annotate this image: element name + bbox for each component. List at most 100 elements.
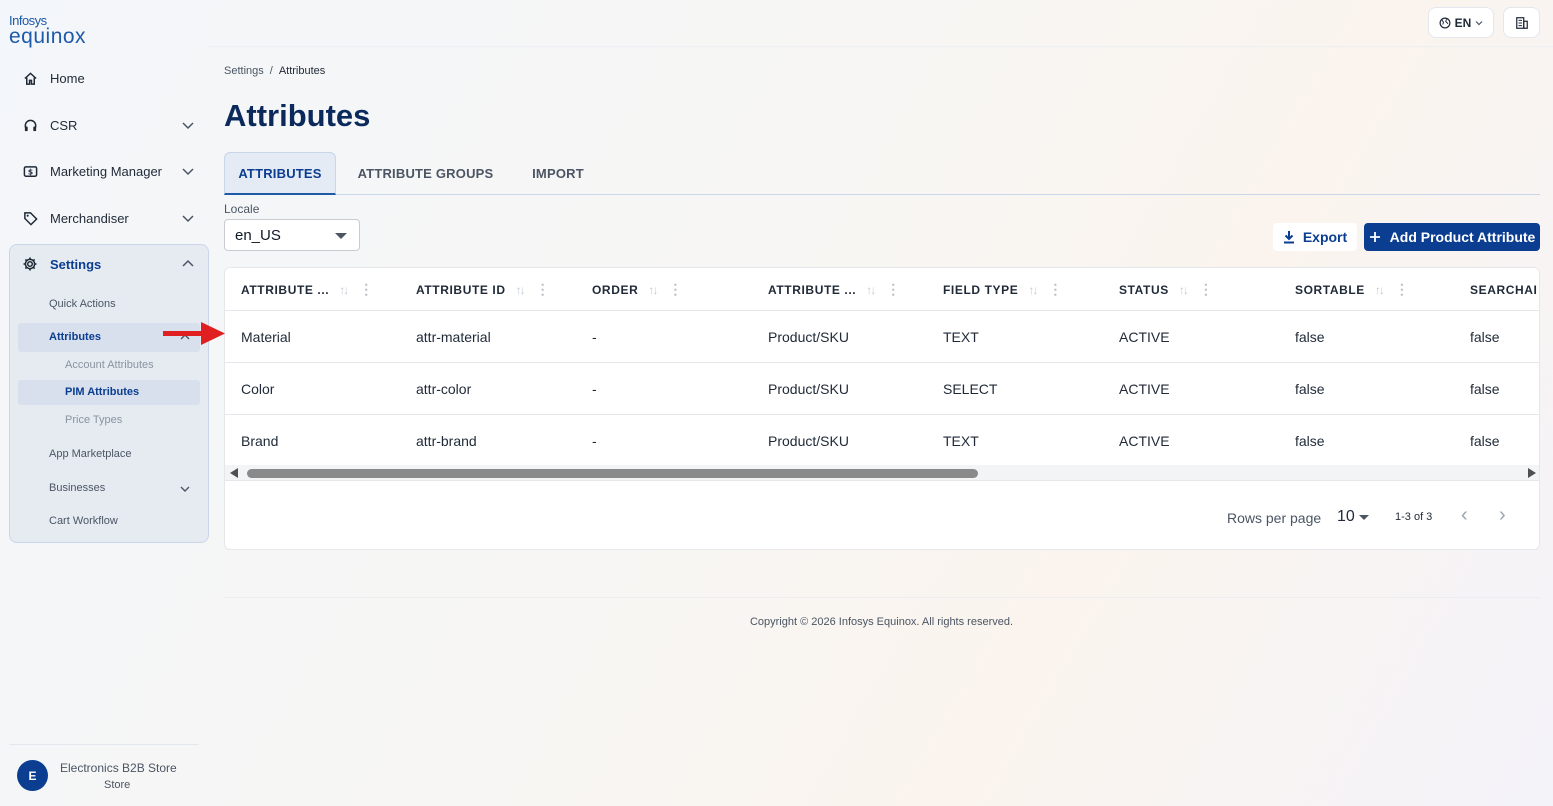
sidebar-item-label: Settings (50, 256, 102, 272)
next-page-icon[interactable]: › (1499, 504, 1506, 527)
cell-attribute-name[interactable]: Color (241, 363, 274, 415)
sidebar-subitem-pim-attributes[interactable]: PIM Attributes (65, 386, 139, 398)
breadcrumb-current: Attributes (278, 65, 326, 77)
sidebar-subitem-businesses[interactable]: Businesses (49, 482, 105, 494)
plus-icon (1369, 232, 1380, 242)
locale-select[interactable]: en_US (224, 219, 360, 251)
cell-searchable: false (1470, 381, 1500, 397)
column-menu-icon[interactable]: ⋮ (1048, 281, 1063, 298)
column-menu-icon[interactable]: ⋮ (886, 281, 901, 298)
sidebar-subitem-quick-actions[interactable]: Quick Actions (49, 298, 116, 310)
column-header-label: STATUS (1119, 282, 1169, 297)
sort-icon[interactable]: ↑↓ (1179, 283, 1189, 297)
building-icon (1515, 16, 1528, 29)
cell-attribute-type: Product/SKU (768, 329, 849, 345)
column-menu-icon[interactable]: ⋮ (1199, 281, 1214, 298)
red-arrow-annotation-icon (163, 322, 225, 345)
chevron-down-icon (182, 168, 194, 176)
cell-attribute-name[interactable]: Brand (241, 415, 278, 467)
column-menu-icon[interactable]: ⋮ (668, 281, 683, 298)
caret-down-icon (335, 233, 347, 239)
logo-line-2: equinox (9, 25, 87, 48)
breadcrumb-settings-link[interactable]: Settings (224, 65, 264, 77)
sidebar-subitem-cart-workflow[interactable]: Cart Workflow (49, 515, 118, 527)
chevron-down-icon[interactable] (179, 484, 191, 494)
table-row[interactable]: Material attr-material - Product/SKU TEX… (225, 311, 1539, 363)
cell-status: ACTIVE (1119, 433, 1170, 449)
chevron-up-icon (182, 259, 194, 267)
tag-icon (22, 210, 38, 226)
column-header-field-type[interactable]: FIELD TYPE ↑↓ ⋮ (943, 268, 1063, 311)
tab-attributes[interactable]: ATTRIBUTES (224, 152, 336, 195)
attributes-table: ATTRIBUTE ... ↑↓ ⋮ ATTRIBUTE ID ↑↓ ⋮ ORDER ↑↓… (224, 267, 1540, 550)
store-switcher-button[interactable] (1503, 7, 1540, 38)
rows-per-page-select[interactable]: 10 (1337, 508, 1369, 526)
caret-down-icon (1358, 514, 1369, 520)
scroll-right-icon[interactable] (1528, 468, 1536, 478)
cell-status: ACTIVE (1119, 381, 1170, 397)
column-header-searchable[interactable]: SEARCHAI (1470, 268, 1537, 311)
column-header-attribute-name[interactable]: ATTRIBUTE ... ↑↓ ⋮ (241, 268, 374, 311)
sidebar-subitem-price-types[interactable]: Price Types (65, 414, 122, 426)
column-menu-icon[interactable]: ⋮ (359, 281, 374, 298)
export-button[interactable]: Export (1273, 223, 1357, 251)
sidebar-item-home[interactable]: Home (10, 58, 208, 98)
column-header-sortable[interactable]: SORTABLE ↑↓ ⋮ (1295, 268, 1410, 311)
language-selector[interactable]: EN (1428, 7, 1494, 38)
sort-icon[interactable]: ↑↓ (648, 283, 658, 297)
scroll-left-icon[interactable] (230, 468, 238, 478)
export-label: Export (1302, 229, 1348, 245)
sidebar-subitem-account-attributes[interactable]: Account Attributes (65, 359, 154, 371)
column-header-label: ATTRIBUTE ID (416, 282, 506, 297)
scrollbar-thumb[interactable] (247, 469, 978, 478)
home-icon (22, 70, 38, 86)
sort-icon[interactable]: ↑↓ (1028, 283, 1038, 297)
cell-attribute-type: Product/SKU (768, 433, 849, 449)
cell-sortable: false (1295, 329, 1325, 345)
sort-icon[interactable]: ↑↓ (339, 283, 349, 297)
cell-attribute-id: attr-brand (416, 433, 477, 449)
cell-field-type: TEXT (943, 329, 979, 345)
footer-divider (224, 597, 1540, 598)
cell-attribute-name[interactable]: Material (241, 311, 291, 363)
cell-attribute-type: Product/SKU (768, 381, 849, 397)
language-label: EN (1454, 15, 1472, 30)
column-header-attribute-id[interactable]: ATTRIBUTE ID ↑↓ ⋮ (416, 268, 550, 311)
download-icon (1283, 231, 1294, 244)
sidebar-item-marketing-manager[interactable]: $ Marketing Manager (10, 151, 208, 191)
chevron-down-icon (182, 122, 194, 130)
sort-icon[interactable]: ↑↓ (866, 283, 876, 297)
sidebar-item-csr[interactable]: CSR (10, 105, 208, 145)
cell-attribute-id: attr-color (416, 381, 472, 397)
sidebar-item-label: Home (50, 70, 85, 86)
add-product-attribute-button[interactable]: Add Product Attribute (1364, 223, 1540, 251)
cell-searchable: false (1470, 433, 1500, 449)
table-row[interactable]: Color attr-color - Product/SKU SELECT AC… (225, 363, 1539, 415)
column-header-attribute-type[interactable]: ATTRIBUTE ... ↑↓ ⋮ (768, 268, 901, 311)
infosys-equinox-logo[interactable]: Infosys equinox (9, 14, 86, 47)
svg-text:$: $ (27, 167, 32, 176)
horizontal-scrollbar[interactable] (225, 465, 1539, 481)
sidebar-item-merchandiser[interactable]: Merchandiser (10, 198, 208, 238)
cell-sortable: false (1295, 433, 1325, 449)
table-row[interactable]: Brand attr-brand - Product/SKU TEXT ACTI… (225, 415, 1539, 467)
globe-icon (1439, 17, 1451, 28)
rows-per-page-value: 10 (1337, 508, 1355, 525)
column-menu-icon[interactable]: ⋮ (536, 281, 551, 298)
store-avatar[interactable]: E (17, 760, 48, 791)
column-header-status[interactable]: STATUS ↑↓ ⋮ (1119, 268, 1213, 311)
cell-order: - (592, 433, 597, 449)
sort-icon[interactable]: ↑↓ (1375, 283, 1385, 297)
sort-icon[interactable]: ↑↓ (516, 283, 526, 297)
sidebar-subitem-attributes[interactable]: Attributes (49, 331, 101, 343)
tab-import[interactable]: IMPORT (524, 152, 592, 195)
store-type: Store (104, 779, 131, 791)
table-header: ATTRIBUTE ... ↑↓ ⋮ ATTRIBUTE ID ↑↓ ⋮ ORDER ↑↓… (225, 268, 1539, 311)
previous-page-icon[interactable]: ‹ (1461, 504, 1468, 527)
tab-attribute-groups[interactable]: ATTRIBUTE GROUPS (348, 152, 503, 195)
sidebar-subitem-app-marketplace[interactable]: App Marketplace (49, 448, 132, 460)
sidebar-item-settings[interactable]: Settings (10, 244, 208, 284)
column-menu-icon[interactable]: ⋮ (1395, 281, 1410, 298)
topbar-divider (208, 46, 1553, 47)
column-header-order[interactable]: ORDER ↑↓ ⋮ (592, 268, 683, 311)
